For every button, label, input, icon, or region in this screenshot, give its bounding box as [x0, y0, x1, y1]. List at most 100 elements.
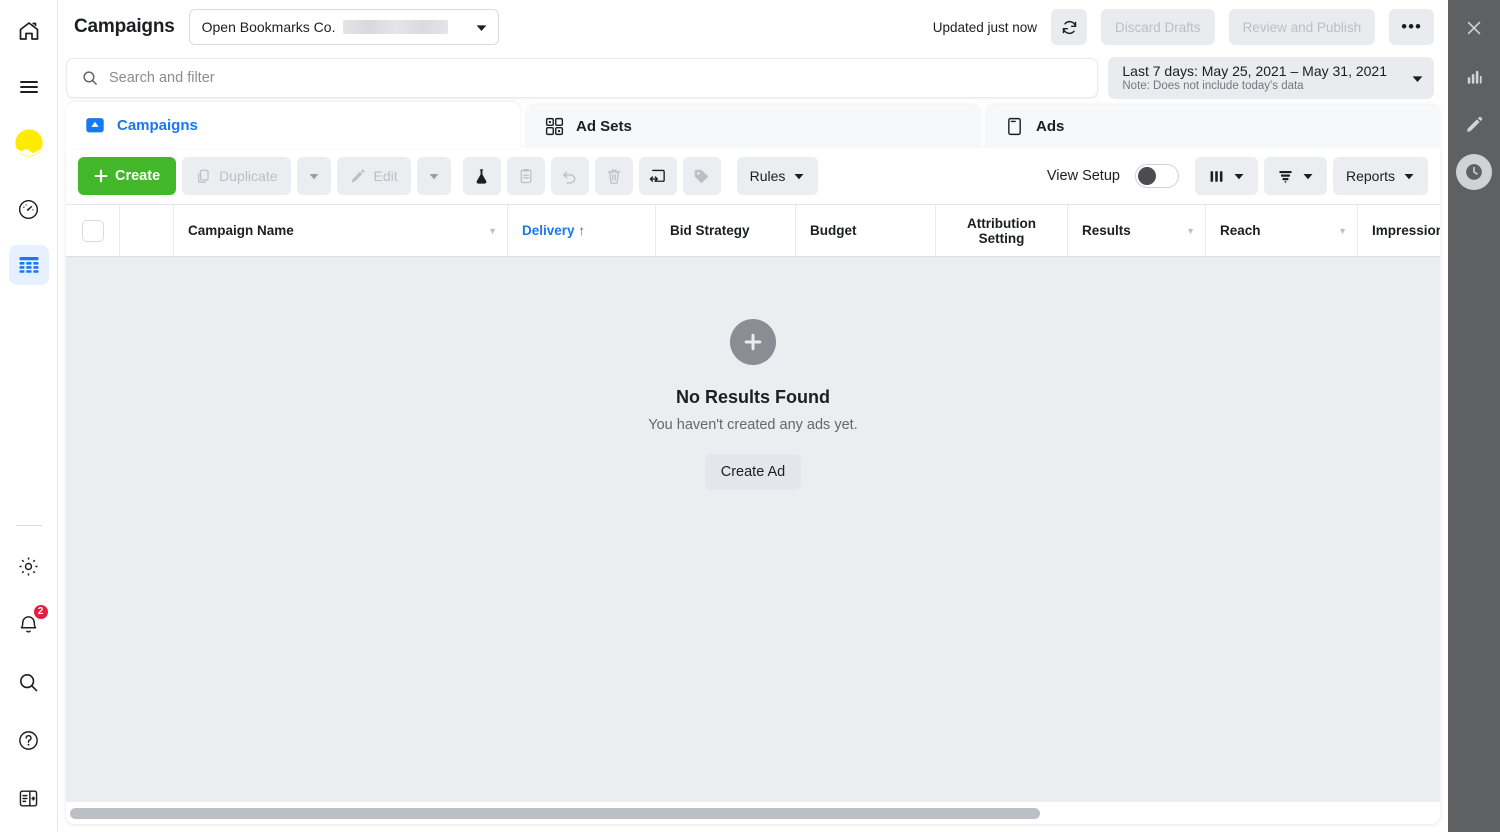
pencil-icon[interactable]: [1456, 106, 1492, 142]
horizontal-scrollbar[interactable]: [66, 802, 1440, 824]
bell-icon[interactable]: 2: [9, 604, 49, 644]
view-setup-label: View Setup: [1046, 168, 1120, 184]
bar-chart-icon[interactable]: [1456, 58, 1492, 94]
create-button-label: Create: [115, 168, 161, 184]
chevron-down-icon: [794, 174, 804, 180]
column-reach[interactable]: Reach ▼: [1206, 205, 1358, 256]
breakdown-button[interactable]: [1263, 157, 1327, 195]
empty-state-title: No Results Found: [676, 387, 830, 407]
toggle-column: [120, 205, 174, 256]
select-all-checkbox[interactable]: [66, 205, 120, 256]
columns-icon: [1210, 170, 1223, 182]
column-attribution-setting[interactable]: Attribution Setting: [936, 205, 1068, 256]
tab-ad-sets[interactable]: Ad Sets: [526, 105, 980, 148]
campaigns-icon: [86, 118, 104, 133]
ads-manager-window: 2 Campaigns Open Bookmarks Co. Updated j…: [0, 0, 1500, 832]
menu-icon[interactable]: [9, 67, 49, 107]
columns-button[interactable]: [1194, 157, 1258, 195]
search-input[interactable]: [109, 70, 1084, 86]
tab-ads[interactable]: Ads: [986, 105, 1440, 148]
duplicate-icon: [198, 169, 209, 183]
column-bid-strategy[interactable]: Bid Strategy: [656, 205, 796, 256]
chevron-down-icon: [476, 24, 486, 31]
select-all-checkbox-box[interactable]: [81, 219, 104, 242]
scrollbar-thumb[interactable]: [70, 807, 1040, 819]
ads-icon: [1008, 117, 1021, 136]
date-range-value: Last 7 days: May 25, 2021 – May 31, 2021: [1122, 63, 1387, 79]
column-results[interactable]: Results ▼: [1068, 205, 1206, 256]
speedometer-icon[interactable]: [9, 189, 49, 229]
column-budget-label: Budget: [810, 223, 857, 238]
plus-circle-icon: [730, 319, 776, 365]
gear-icon[interactable]: [9, 546, 49, 586]
adsets-icon: [545, 117, 564, 136]
chevron-down-icon[interactable]: ▼: [1186, 226, 1195, 236]
column-campaign-name[interactable]: Campaign Name ▼: [174, 205, 508, 256]
edit-button-label: Edit: [373, 168, 398, 184]
account-id-redacted: [343, 20, 449, 34]
discard-drafts-button[interactable]: Discard Drafts: [1101, 9, 1215, 45]
page-header: Campaigns Open Bookmarks Co. Updated jus…: [58, 0, 1448, 54]
column-reach-label: Reach: [1220, 223, 1261, 238]
table-header-row: Campaign Name ▼ Delivery ↑ Bid Strategy Budg…: [66, 204, 1440, 257]
reports-button[interactable]: Reports: [1332, 157, 1428, 195]
duplicate-button[interactable]: Duplicate: [182, 157, 291, 195]
chevron-down-icon: [429, 174, 439, 180]
search-icon[interactable]: [9, 662, 49, 702]
column-budget[interactable]: Budget: [796, 205, 936, 256]
chevron-down-icon: [1404, 174, 1414, 180]
tab-campaigns[interactable]: Campaigns: [66, 102, 520, 148]
breakdown-icon: [1279, 170, 1292, 183]
trash-icon[interactable]: [594, 157, 633, 195]
edit-dropdown-button[interactable]: [416, 157, 451, 195]
edit-button[interactable]: Edit: [336, 157, 411, 195]
column-campaign-name-label: Campaign Name: [188, 223, 294, 238]
date-range-selector[interactable]: Last 7 days: May 25, 2021 – May 31, 2021…: [1108, 57, 1434, 99]
rules-button-label: Rules: [749, 168, 786, 184]
tag-glyph: [694, 169, 709, 183]
create-ad-button[interactable]: Create Ad: [704, 454, 802, 490]
left-rail-bottom-group: 2: [0, 525, 57, 818]
chevron-down-icon: [1234, 174, 1244, 180]
search-box[interactable]: [66, 58, 1099, 98]
left-navigation-rail: 2: [0, 0, 58, 832]
chevron-down-icon[interactable]: ▼: [1338, 226, 1347, 236]
clipboard-icon[interactable]: [506, 157, 545, 195]
undo-icon[interactable]: [550, 157, 589, 195]
duplicate-dropdown-button[interactable]: [296, 157, 331, 195]
tag-icon[interactable]: [682, 157, 721, 195]
ab-test-icon[interactable]: [462, 157, 501, 195]
refresh-icon[interactable]: [1051, 9, 1088, 45]
left-rail-top-group: [8, 11, 49, 285]
table-body-empty-state: No Results Found You haven't created any…: [66, 257, 1440, 802]
rules-button[interactable]: Rules: [736, 157, 819, 195]
rail-divider: [15, 525, 42, 526]
column-delivery[interactable]: Delivery ↑: [508, 205, 656, 256]
chevron-down-icon: [309, 174, 319, 180]
help-icon[interactable]: [9, 720, 49, 760]
notification-badge: 2: [33, 605, 48, 619]
table-icon[interactable]: [8, 245, 49, 285]
view-setup-toggle[interactable]: [1134, 164, 1179, 188]
clock-icon[interactable]: [1456, 154, 1492, 190]
chevron-down-icon[interactable]: ▼: [488, 226, 497, 236]
close-icon[interactable]: [1456, 10, 1492, 46]
panel-toggle-icon[interactable]: [9, 778, 49, 818]
page-title: Campaigns: [74, 16, 175, 37]
tab-ad-sets-label: Ad Sets: [576, 118, 632, 135]
scrollbar-track[interactable]: [70, 807, 1436, 819]
plus-icon: [94, 169, 108, 183]
column-bid-strategy-label: Bid Strategy: [670, 223, 750, 238]
column-impressions[interactable]: Impressions: [1358, 205, 1440, 256]
create-button[interactable]: Create: [78, 157, 177, 195]
home-icon[interactable]: [9, 11, 49, 51]
level-tabs: Campaigns Ad Sets Ads: [58, 102, 1448, 148]
date-range-note: Note: Does not include today's data: [1122, 80, 1304, 92]
account-avatar[interactable]: [9, 123, 49, 163]
right-utility-rail: [1448, 0, 1500, 832]
more-options-button[interactable]: •••: [1389, 9, 1434, 45]
account-selector[interactable]: Open Bookmarks Co.: [188, 9, 499, 45]
review-and-publish-button[interactable]: Review and Publish: [1228, 9, 1376, 45]
table-toolbar: Create Duplicate Edit Rules View Setup R…: [66, 148, 1440, 204]
export-icon[interactable]: [638, 157, 677, 195]
